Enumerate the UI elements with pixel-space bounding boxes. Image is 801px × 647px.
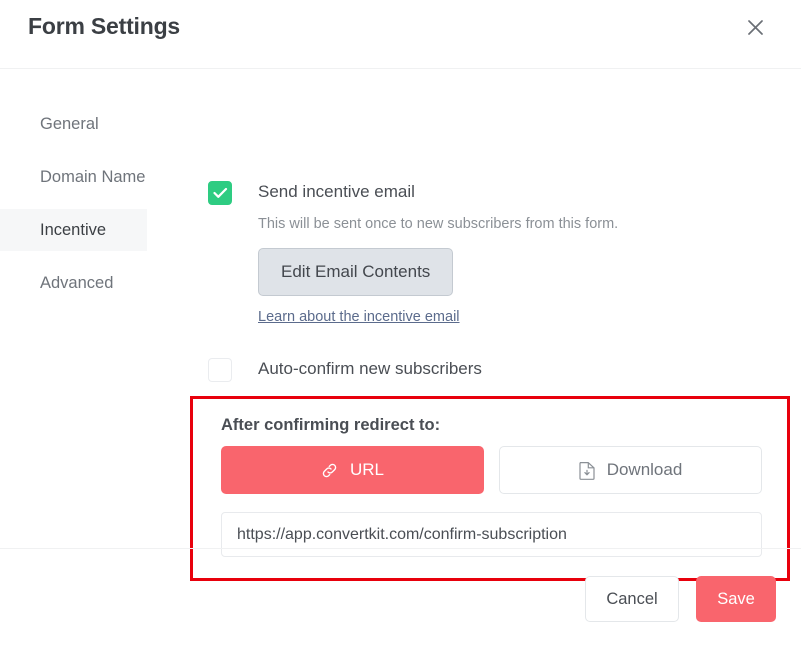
send-incentive-email-label: Send incentive email [258,182,415,201]
redirect-type-download-label: Download [606,460,683,479]
close-icon[interactable] [743,15,767,39]
link-icon [321,462,338,479]
sidebar-item-label: Incentive [40,220,107,239]
redirect-type-download-button[interactable]: Download [499,446,762,494]
sidebar-item-advanced[interactable]: Advanced [0,262,190,304]
modal-footer: Cancel Save [0,548,801,647]
send-incentive-email-help: This will be sent once to new subscriber… [258,216,619,232]
modal-body: General Domain Name Incentive Advanced S… [0,69,801,581]
save-button[interactable]: Save [696,576,776,622]
sidebar-item-label: Domain Name [40,167,146,186]
sidebar-item-domain-name[interactable]: Domain Name [0,156,190,198]
sidebar-item-incentive[interactable]: Incentive [0,209,147,251]
sidebar-item-general[interactable]: General [0,103,190,145]
sidebar-item-label: General [40,114,99,133]
send-incentive-email-checkbox[interactable] [208,181,232,205]
incentive-panel: Send incentive email This will be sent o… [190,69,801,581]
modal-header: Form Settings [0,0,801,69]
learn-about-incentive-email-link[interactable]: Learn about the incentive email [258,309,801,325]
file-download-icon [579,461,595,480]
redirect-type-url-label: URL [349,460,384,479]
redirect-type-url-button[interactable]: URL [221,446,484,494]
settings-sidebar: General Domain Name Incentive Advanced [0,103,190,315]
auto-confirm-row: Auto-confirm new subscribers [208,356,801,382]
edit-email-contents-button[interactable]: Edit Email Contents [258,248,454,296]
form-settings-modal: Form Settings General Domain Name Incent… [0,0,801,647]
auto-confirm-label: Auto-confirm new subscribers [258,359,482,378]
sidebar-item-label: Advanced [40,273,114,292]
redirect-type-toggle-group: URL Download [221,446,762,494]
auto-confirm-checkbox[interactable] [208,358,232,382]
page-title: Form Settings [28,13,181,39]
send-incentive-email-row: Send incentive email [208,69,801,205]
cancel-button[interactable]: Cancel [585,576,679,622]
redirect-section-label: After confirming redirect to: [221,416,441,434]
